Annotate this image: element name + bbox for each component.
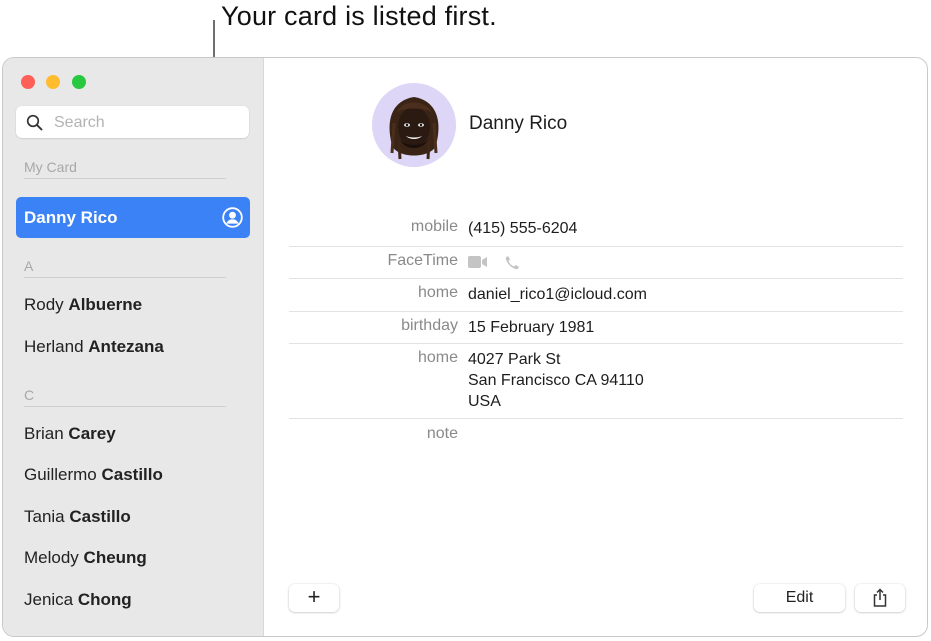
contact-first-name: Guillermo [24,465,97,484]
field-value-address[interactable]: 4027 Park St San Francisco CA 94110 USA [468,349,644,412]
section-header-a: A [24,258,226,278]
contact-last-name: Castillo [69,507,131,526]
field-label: note [426,425,458,442]
contact-header-name: Danny Rico [469,113,568,134]
field-label: home [417,349,458,366]
contact-first-name: Tania [24,507,65,526]
field-row-email: home daniel_rico1@icloud.com [289,278,903,312]
field-row-facetime: FaceTime [289,246,903,279]
my-card-person-icon [222,207,243,228]
contact-item[interactable]: Melody Cheung [24,548,147,568]
contact-item-my-card[interactable]: Danny Rico [16,197,250,238]
field-row-mobile: mobile (415) 555-6204 [289,212,903,247]
contact-last-name: Albuerne [68,295,143,314]
contact-name: Danny Rico [24,208,118,227]
field-row-birthday: birthday 15 February 1981 [289,311,903,344]
contact-first-name: Rody [24,295,64,314]
contact-last-name: Carey [68,424,116,443]
contact-first-name: Herland [24,337,84,356]
add-contact-button[interactable]: + [289,584,339,612]
field-row-address: home 4027 Park St San Francisco CA 94110… [289,343,903,419]
search-field[interactable] [16,106,249,138]
facetime-audio-icon[interactable] [504,255,520,271]
share-button[interactable] [855,584,905,612]
contact-item[interactable]: Rody Albuerne [24,295,142,315]
contact-item[interactable]: Jenica Chong [24,590,132,610]
memoji-avatar-icon [389,97,439,160]
address-line2: San Francisco CA 94110 [468,372,644,389]
edit-button[interactable]: Edit [754,584,845,612]
field-label: home [417,284,458,301]
close-window-button[interactable] [21,75,35,89]
field-label: birthday [401,317,458,334]
field-row-note: note [289,419,903,451]
field-value-email[interactable]: daniel_rico1@icloud.com [468,284,647,305]
share-icon [873,588,887,607]
search-icon [26,114,43,131]
contact-item[interactable]: Tania Castillo [24,507,131,527]
search-input[interactable] [52,110,246,136]
section-header-c: C [24,387,226,407]
contact-first-name: Melody [24,548,79,567]
contact-last-name: Chong [77,590,132,609]
contact-item[interactable]: Brian Carey [24,424,116,444]
address-line1: 4027 Park St [468,351,561,368]
contact-first-name: Brian [24,424,64,443]
contact-last-name: Antezana [88,337,164,356]
facetime-video-icon[interactable] [468,255,490,269]
address-line3: USA [468,393,501,410]
callout-text: Your card is listed first. [221,1,497,31]
section-header-my-card: My Card [24,159,226,179]
sidebar: My Card Danny Rico A Rody Albuerne Herla… [3,58,264,636]
contact-item[interactable]: Herland Antezana [24,337,164,357]
contact-last-name: Castillo [101,465,163,484]
contact-last-name: Cheung [83,548,147,567]
contacts-window: My Card Danny Rico A Rody Albuerne Herla… [2,57,928,637]
zoom-window-button[interactable] [72,75,86,89]
field-value-birthday[interactable]: 15 February 1981 [468,317,594,338]
field-label: FaceTime [387,252,458,269]
field-label: mobile [410,218,458,235]
facetime-actions [468,255,520,273]
contact-detail-pane: Danny Rico mobile (415) 555-6204 FaceTim… [264,58,927,636]
contact-item[interactable]: Guillermo Castillo [24,465,163,485]
contact-first-name: Jenica [24,590,74,609]
avatar[interactable] [372,83,456,167]
minimize-window-button[interactable] [46,75,60,89]
field-value-mobile[interactable]: (415) 555-6204 [468,218,577,239]
